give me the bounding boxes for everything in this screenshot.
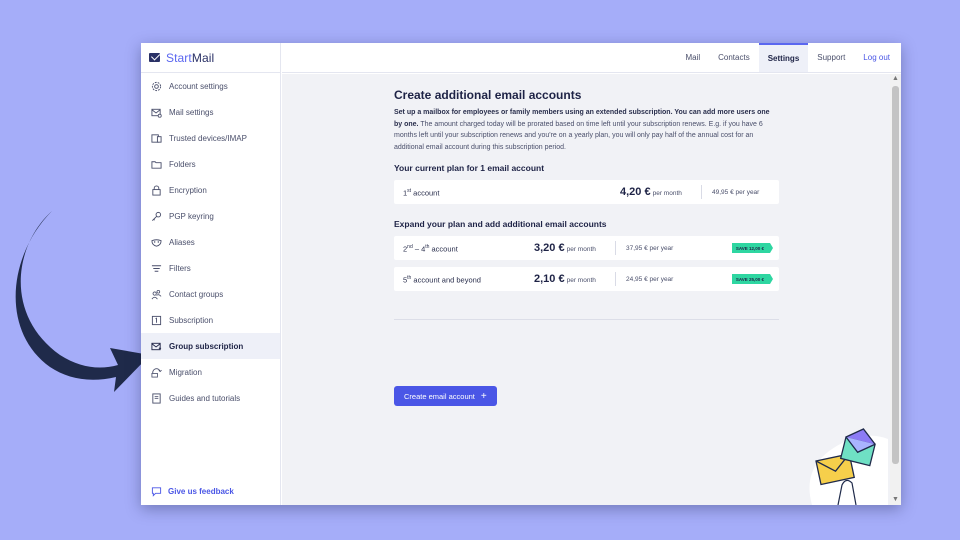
top-navigation: Mail Contacts Settings Support Log out xyxy=(282,43,901,73)
devices-icon xyxy=(151,133,162,144)
current-plan-heading: Your current plan for 1 email account xyxy=(394,163,545,174)
brand-name: StartMail xyxy=(166,50,215,65)
sidebar-item-label: Encryption xyxy=(169,185,207,195)
sidebar-item-label: Account settings xyxy=(169,81,228,91)
content-area: Create additional email accounts Set up … xyxy=(282,74,890,505)
lock-icon xyxy=(151,184,162,196)
tab-mail[interactable]: Mail xyxy=(676,43,709,72)
save-badge: SAVE 25,00 € xyxy=(731,274,774,285)
expand-plan-row: 5th account and beyond 2,10 € per month 2… xyxy=(394,267,779,292)
sidebar: StartMail Account settings Mail settings… xyxy=(141,43,281,505)
settings-nav: Account settings Mail settings Trusted d… xyxy=(141,73,280,411)
subscription-icon xyxy=(151,315,162,326)
account-range: 2nd – 4th account xyxy=(403,243,458,254)
sidebar-item-label: Filters xyxy=(169,263,191,273)
sidebar-item-mail-settings[interactable]: Mail settings xyxy=(141,99,280,125)
sidebar-item-label: Mail settings xyxy=(169,107,214,117)
monthly-price: 4,20 € per month xyxy=(620,186,682,199)
curved-arrow-icon xyxy=(15,211,150,392)
sidebar-item-filters[interactable]: Filters xyxy=(141,255,280,281)
sidebar-item-label: Aliases xyxy=(169,237,195,247)
sidebar-item-account-settings[interactable]: Account settings xyxy=(141,73,280,99)
mask-icon xyxy=(151,237,162,248)
filter-icon xyxy=(151,263,162,274)
contact-groups-icon xyxy=(151,289,162,300)
save-badge: SAVE 12,00 € xyxy=(731,243,774,254)
envelopes-illustration xyxy=(809,428,888,505)
sidebar-item-label: Group subscription xyxy=(169,341,244,351)
monthly-price: 3,20 € per month xyxy=(534,242,596,255)
tab-contacts[interactable]: Contacts xyxy=(709,43,759,72)
sidebar-item-label: PGP keyring xyxy=(169,211,214,221)
folder-icon xyxy=(151,159,162,170)
plus-icon: + xyxy=(480,390,487,402)
main-area: Mail Contacts Settings Support Log out C… xyxy=(282,43,901,505)
expand-plan-heading: Expand your plan and add additional emai… xyxy=(394,219,607,230)
sidebar-item-trusted-devices[interactable]: Trusted devices/IMAP xyxy=(141,125,280,151)
guide-icon xyxy=(151,392,162,404)
divider xyxy=(615,272,616,287)
account-range: 1st account xyxy=(403,187,440,198)
tab-settings[interactable]: Settings xyxy=(758,43,809,72)
scroll-up-icon[interactable]: ▲ xyxy=(892,75,899,83)
yearly-price: 37,95 € per year xyxy=(626,244,674,252)
sidebar-item-encryption[interactable]: Encryption xyxy=(141,177,280,203)
logout-link[interactable]: Log out xyxy=(854,43,899,72)
sidebar-item-guides[interactable]: Guides and tutorials xyxy=(141,385,280,411)
expand-plan-row: 2nd – 4th account 3,20 € per month 37,95 … xyxy=(394,236,779,261)
sidebar-item-label: Trusted devices/IMAP xyxy=(169,133,247,143)
page-description: Set up a mailbox for employees or family… xyxy=(394,109,770,151)
group-subscription-icon xyxy=(151,341,162,352)
startmail-logo-icon xyxy=(149,53,160,62)
sidebar-item-label: Migration xyxy=(169,367,202,377)
scrollbar-thumb[interactable] xyxy=(892,86,899,464)
create-email-account-button[interactable]: Create email account + xyxy=(394,386,497,406)
yearly-price: 49,95 € per year xyxy=(712,188,760,196)
migration-icon xyxy=(151,367,162,378)
scroll-down-icon[interactable]: ▼ xyxy=(892,496,899,504)
sidebar-item-pgp-keyring[interactable]: PGP keyring xyxy=(141,203,280,229)
group-subscription-panel: Create additional email accounts Set up … xyxy=(394,88,779,321)
key-icon xyxy=(151,211,162,222)
divider xyxy=(615,241,616,256)
current-plan-row: 1st account 4,20 € per month 49,95 € per … xyxy=(394,180,779,205)
sidebar-item-label: Guides and tutorials xyxy=(169,393,241,403)
mail-settings-icon xyxy=(151,107,162,118)
sidebar-item-label: Folders xyxy=(169,159,196,169)
sidebar-item-subscription[interactable]: Subscription xyxy=(141,307,280,333)
gear-icon xyxy=(151,81,162,92)
sidebar-item-contact-groups[interactable]: Contact groups xyxy=(141,281,280,307)
sidebar-item-group-subscription[interactable]: Group subscription xyxy=(141,333,280,359)
feedback-icon xyxy=(151,487,162,497)
yearly-price: 24,95 € per year xyxy=(626,275,674,283)
sidebar-item-migration[interactable]: Migration xyxy=(141,359,280,385)
feedback-link[interactable]: Give us feedback xyxy=(151,486,234,497)
sidebar-item-label: Contact groups xyxy=(169,289,224,299)
divider xyxy=(701,185,702,200)
feedback-label: Give us feedback xyxy=(168,487,234,496)
sidebar-item-folders[interactable]: Folders xyxy=(141,151,280,177)
app-window: StartMail Account settings Mail settings… xyxy=(141,43,901,505)
account-range: 5th account and beyond xyxy=(403,274,481,285)
logo[interactable]: StartMail xyxy=(141,43,280,73)
tab-support[interactable]: Support xyxy=(808,43,854,72)
sidebar-item-label: Subscription xyxy=(169,315,214,325)
monthly-price: 2,10 € per month xyxy=(534,273,596,286)
page-title: Create additional email accounts xyxy=(394,88,582,102)
section-divider xyxy=(394,319,779,321)
vertical-scrollbar[interactable]: ▲ ▼ xyxy=(890,74,901,505)
sidebar-item-aliases[interactable]: Aliases xyxy=(141,229,280,255)
